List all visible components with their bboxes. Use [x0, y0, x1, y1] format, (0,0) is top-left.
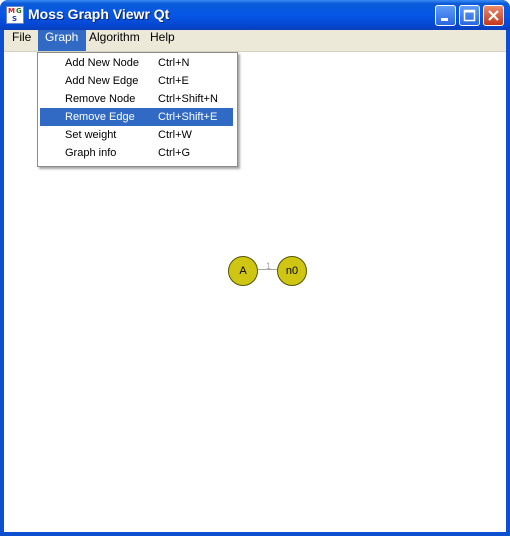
menu-item-add-new-node[interactable]: Add New Node Ctrl+N — [40, 54, 233, 72]
maximize-icon — [463, 9, 476, 22]
window-frame-right — [506, 30, 510, 536]
menu-help[interactable]: Help — [144, 30, 181, 51]
menu-item-label: Set weight — [65, 129, 117, 141]
app-icon-letter-m: M — [8, 7, 15, 15]
menu-item-label: Remove Edge — [65, 111, 135, 123]
graph-node-a[interactable]: A — [228, 256, 258, 286]
graph-menu-dropdown: Add New Node Ctrl+N Add New Edge Ctrl+E … — [37, 52, 238, 167]
menu-bar: File Graph Algorithm Help — [4, 30, 506, 52]
close-icon — [488, 10, 499, 21]
menu-item-remove-node[interactable]: Remove Node Ctrl+Shift+N — [40, 90, 233, 108]
menu-item-shortcut: Ctrl+E — [158, 75, 189, 87]
app-window: M G S Moss Graph Viewr Qt File Graph Alg… — [0, 0, 510, 536]
window-title: Moss Graph Viewr Qt — [28, 6, 170, 22]
menu-file[interactable]: File — [6, 30, 37, 51]
menu-item-add-new-edge[interactable]: Add New Edge Ctrl+E — [40, 72, 233, 90]
menu-item-shortcut: Ctrl+Shift+N — [158, 93, 218, 105]
graph-node-n0[interactable]: n0 — [277, 256, 307, 286]
menu-item-shortcut: Ctrl+Shift+E — [158, 111, 218, 123]
menu-item-label: Add New Edge — [65, 75, 139, 87]
menu-item-set-weight[interactable]: Set weight Ctrl+W — [40, 126, 233, 144]
menu-algorithm[interactable]: Algorithm — [83, 30, 146, 51]
app-icon: M G S — [6, 6, 24, 24]
minimize-icon — [441, 18, 448, 21]
minimize-button[interactable] — [435, 5, 456, 26]
menu-item-shortcut: Ctrl+G — [158, 147, 191, 159]
close-button[interactable] — [483, 5, 504, 26]
app-icon-letter-s: S — [12, 15, 18, 23]
menu-item-label: Graph info — [65, 147, 117, 159]
menu-item-label: Remove Node — [65, 93, 136, 105]
maximize-button[interactable] — [459, 5, 480, 26]
edge-weight-label: 1 — [266, 261, 272, 271]
menu-item-shortcut: Ctrl+N — [158, 57, 190, 69]
menu-graph[interactable]: Graph — [38, 30, 86, 51]
window-frame-bottom — [0, 532, 510, 536]
title-bar[interactable]: M G S Moss Graph Viewr Qt — [0, 0, 510, 30]
menu-item-label: Add New Node — [65, 57, 139, 69]
menu-item-remove-edge[interactable]: Remove Edge Ctrl+Shift+E — [40, 108, 233, 126]
app-icon-letter-g: G — [16, 7, 22, 15]
menu-item-graph-info[interactable]: Graph info Ctrl+G — [40, 144, 233, 162]
menu-item-shortcut: Ctrl+W — [158, 129, 192, 141]
